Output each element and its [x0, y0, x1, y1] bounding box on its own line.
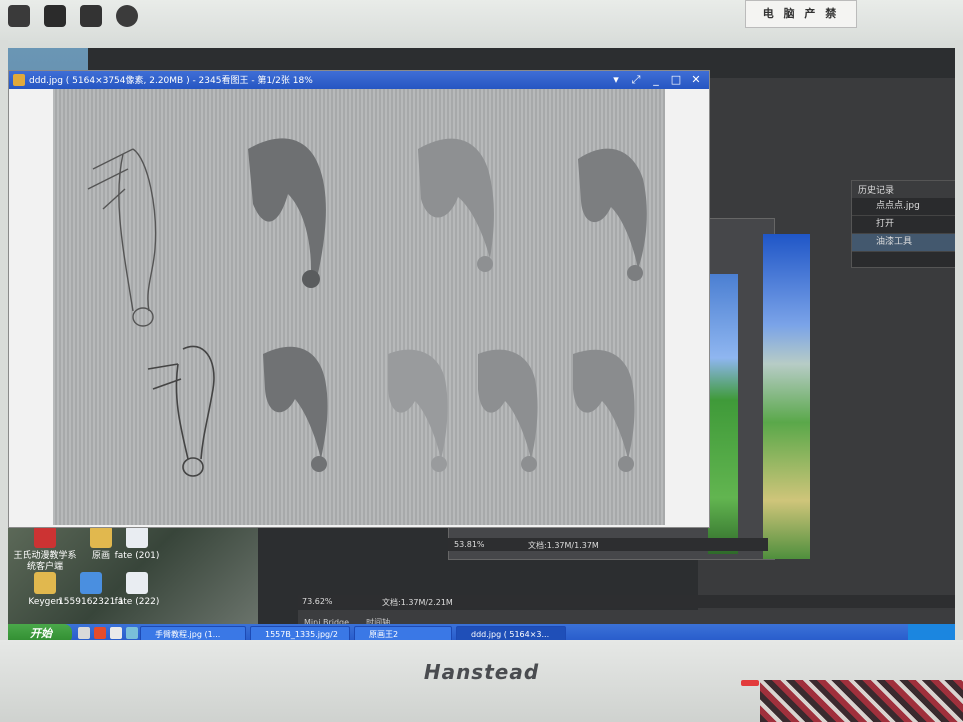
screen: 历史记录 点点点.jpg 打开 油漆工具 53.81% 文档:1.37M/1.3…	[8, 48, 955, 644]
fish-icon	[80, 5, 102, 27]
bridge-bar: Mini Bridge 时间轴	[298, 610, 955, 627]
desktop-icon-fate-222[interactable]: fate (222)	[104, 572, 170, 608]
doc2-info: 文档:1.37M/2.21M	[382, 598, 453, 607]
viewer-title: ddd.jpg ( 5164×3754像素, 2.20MB ) - 2345看图…	[29, 76, 313, 86]
doc2-zoom[interactable]: 73.62%	[302, 597, 333, 606]
quicklaunch-qq-icon[interactable]	[110, 627, 122, 639]
monitor-bezel-right	[955, 40, 963, 650]
arm-render-2	[418, 138, 494, 272]
power-led	[741, 680, 759, 686]
history-panel: 历史记录 点点点.jpg 打开 油漆工具	[851, 180, 955, 268]
sticker: 电 脑 产 禁	[745, 0, 857, 28]
landscape-image-1	[708, 274, 738, 554]
minimize-button[interactable]: _	[647, 72, 665, 88]
arm-sketches	[87, 138, 647, 477]
doc1-info: 文档:1.37M/1.37M	[528, 541, 599, 550]
maximize-button[interactable]: □	[667, 72, 685, 88]
history-panel-title: 历史记录	[852, 181, 955, 198]
history-item-label: 打开	[876, 219, 895, 229]
desktop-icon-fate-201[interactable]: fate (201)	[104, 526, 170, 562]
app-e-icon	[44, 5, 66, 27]
ball-icon	[116, 5, 138, 27]
history-item-snapshot[interactable]: 点点点.jpg	[852, 198, 955, 216]
quicklaunch-desktop-icon[interactable]	[126, 627, 138, 639]
menu-dropdown-button[interactable]: ▾	[607, 72, 625, 88]
folder-icon	[34, 572, 56, 594]
doc2-status-bar: 73.62% 文档:1.37M/2.21M	[298, 595, 955, 608]
arm-render-5	[388, 349, 448, 472]
arm-sketch-1	[87, 148, 157, 327]
close-button[interactable]: ✕	[687, 72, 705, 88]
sticker-text: 电 脑 产 禁	[762, 7, 840, 20]
history-item-open[interactable]: 打开	[852, 216, 955, 234]
arm-render-1	[248, 138, 326, 288]
history-item-paint-bucket[interactable]: 油漆工具	[852, 234, 955, 252]
arm-render-6	[478, 349, 538, 472]
image-file-icon	[80, 572, 102, 594]
desktop-icon-label: fate (222)	[114, 597, 160, 607]
fullscreen-button[interactable]: ⤢	[627, 72, 645, 88]
taskbar-app-icon	[8, 5, 30, 27]
quicklaunch-app-icon[interactable]	[78, 627, 90, 639]
doc1-zoom[interactable]: 53.81%	[454, 540, 485, 549]
file-icon	[126, 526, 148, 548]
arm-render-7	[573, 349, 635, 472]
quicklaunch-browser-icon[interactable]	[94, 627, 106, 639]
file-icon	[126, 572, 148, 594]
arm-sketch-2	[147, 345, 215, 477]
arm-render-4	[263, 346, 328, 472]
arm-render-3	[578, 148, 647, 281]
background-cloth	[760, 680, 963, 722]
monitor-bezel-left	[0, 40, 8, 650]
history-item-label: 点点点.jpg	[876, 201, 920, 211]
history-item-label: 油漆工具	[876, 237, 913, 247]
image-viewer-window: ddd.jpg ( 5164×3754像素, 2.20MB ) - 2345看图…	[8, 70, 710, 528]
arm-study-image	[53, 89, 665, 525]
viewer-title-bar[interactable]: ddd.jpg ( 5164×3754像素, 2.20MB ) - 2345看图…	[9, 71, 709, 89]
landscape-image-2	[763, 234, 810, 559]
doc1-status-bar: 53.81% 文档:1.37M/1.37M	[448, 538, 768, 551]
desktop-icon-label: fate (201)	[114, 551, 160, 561]
bookmark-icon	[34, 526, 56, 548]
viewer-app-icon	[13, 74, 25, 86]
